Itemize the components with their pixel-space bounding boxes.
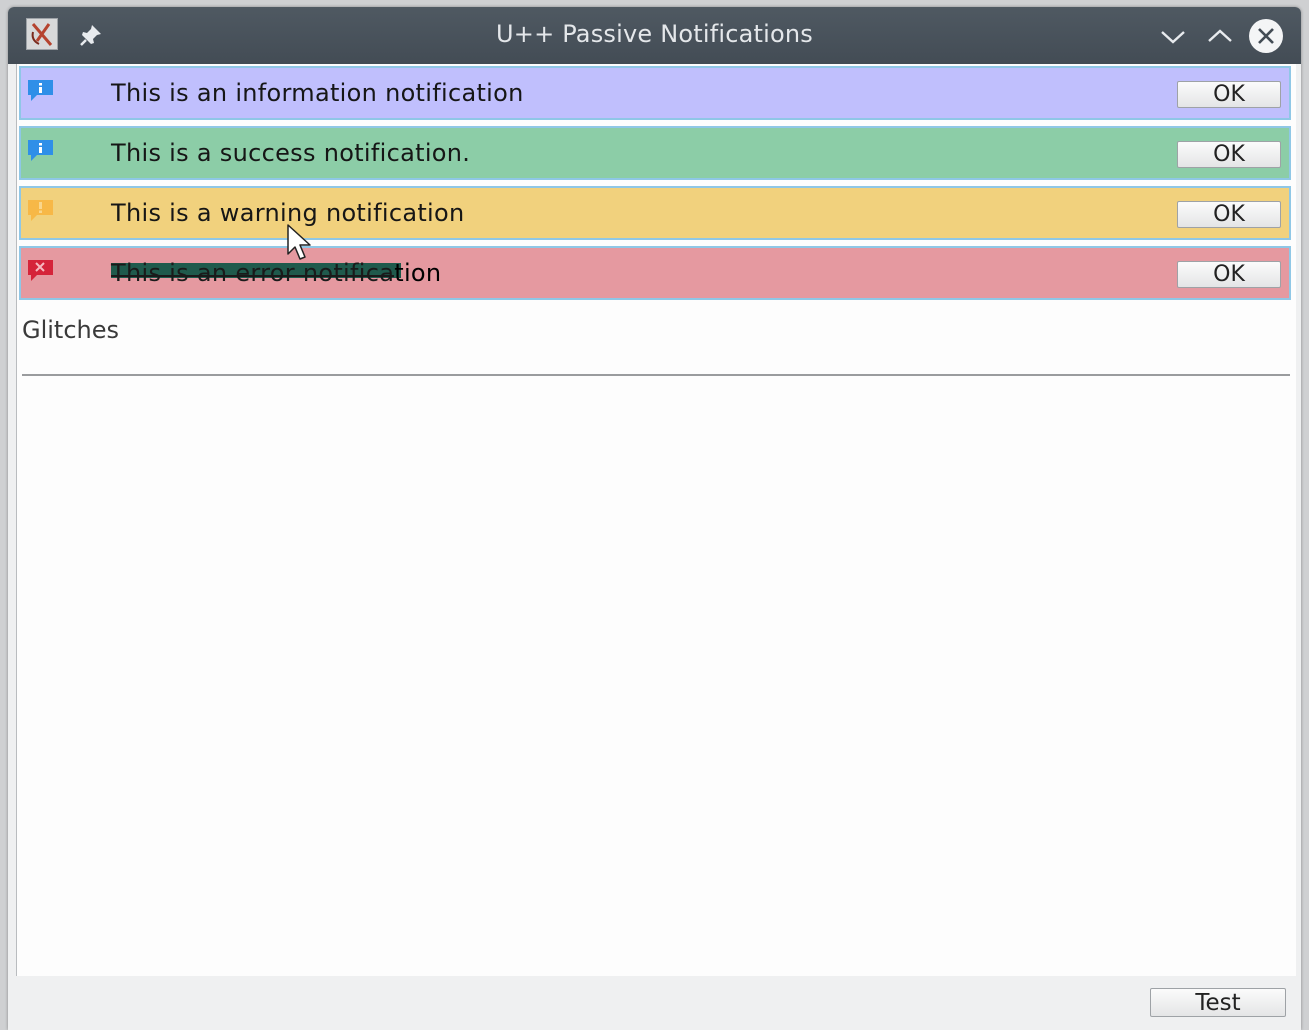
- ok-button[interactable]: OK: [1177, 141, 1281, 168]
- notification-info: This is an information notification OK: [19, 66, 1291, 120]
- test-button[interactable]: Test: [1150, 988, 1286, 1017]
- close-icon[interactable]: [1248, 19, 1283, 53]
- info-icon: [27, 138, 55, 164]
- ok-button[interactable]: OK: [1177, 81, 1281, 108]
- chevron-up-icon[interactable]: [1203, 19, 1237, 53]
- notification-text-rest: tion: [394, 259, 442, 287]
- error-icon: [27, 258, 55, 284]
- section-label: Glitches: [22, 316, 120, 344]
- main-window: U++ Passive Notifications This is an inf: [8, 7, 1301, 1030]
- mouse-cursor-icon: [286, 223, 312, 263]
- ok-button[interactable]: OK: [1177, 261, 1281, 288]
- notification-success: This is a success notification. OK: [19, 126, 1291, 180]
- info-icon: [27, 78, 55, 104]
- window-title: U++ Passive Notifications: [496, 20, 813, 48]
- notification-text: This is an error notification: [111, 259, 441, 287]
- ok-button[interactable]: OK: [1177, 201, 1281, 228]
- chevron-down-icon[interactable]: [1156, 19, 1190, 53]
- glitched-text: This is an error notifica: [111, 259, 395, 287]
- notification-error: This is an error notification OK: [19, 246, 1291, 300]
- notification-text: This is an information notification: [111, 79, 524, 107]
- notification-warning: This is a warning notification OK: [19, 186, 1291, 240]
- warning-icon: [27, 198, 55, 224]
- separator: [22, 374, 1290, 376]
- title-bar[interactable]: U++ Passive Notifications: [8, 7, 1301, 64]
- notification-text: This is a success notification.: [111, 139, 471, 167]
- notification-panel: This is an information notification OK T…: [16, 64, 1296, 976]
